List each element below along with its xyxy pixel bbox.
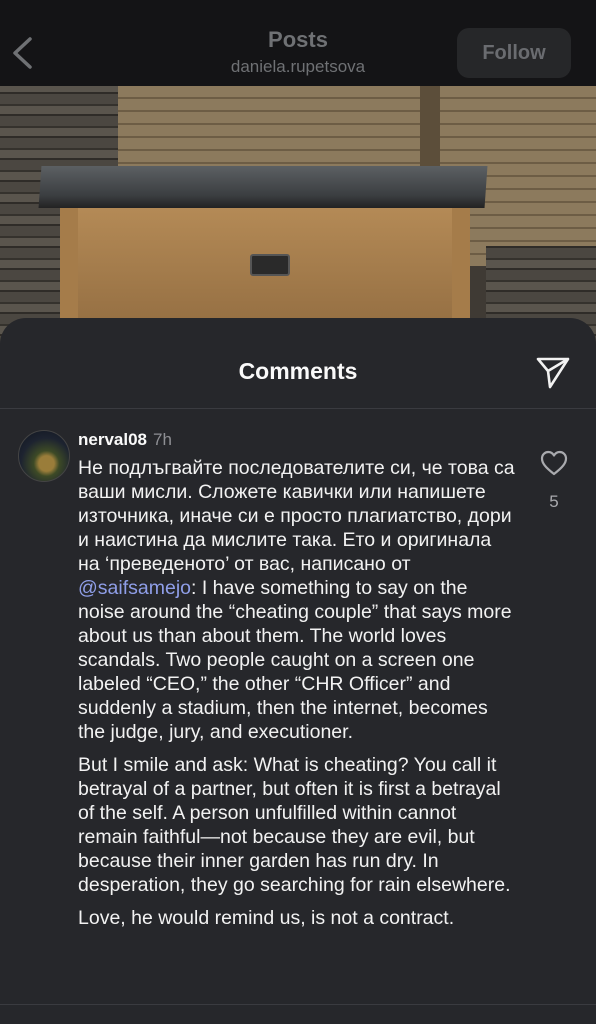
canopy-roof <box>38 166 488 208</box>
divider <box>0 408 596 409</box>
follow-button[interactable]: Follow <box>457 28 571 78</box>
comments-title: Comments <box>238 358 358 384</box>
avatar[interactable] <box>18 430 70 482</box>
mention-link[interactable]: @saifsamejo <box>78 577 191 599</box>
wall-lamp <box>250 254 290 276</box>
post-image <box>0 86 596 346</box>
comment-paragraph-3: Love, he would remind us, is not a contr… <box>78 907 455 929</box>
top-bar: Posts daniela.rupetsova Follow <box>0 0 596 86</box>
heart-icon[interactable] <box>540 450 568 476</box>
like-count[interactable]: 5 <box>540 492 568 512</box>
comment-text: Не подлъгвайте последователите си, че то… <box>78 456 518 939</box>
divider <box>0 1004 596 1005</box>
comment-paragraph-1: Не подлъгвайте последователите си, че то… <box>78 457 515 743</box>
comment-time: 7h <box>153 430 172 449</box>
send-icon[interactable] <box>535 354 571 390</box>
comments-sheet: Comments nerval08 7h Не подлъгвайте после… <box>0 318 596 1024</box>
comment-paragraph-2: But I smile and ask: What is cheating? Y… <box>78 754 511 896</box>
comment-author[interactable]: nerval08 7h <box>78 430 172 450</box>
comment-username[interactable]: nerval08 <box>78 430 147 449</box>
